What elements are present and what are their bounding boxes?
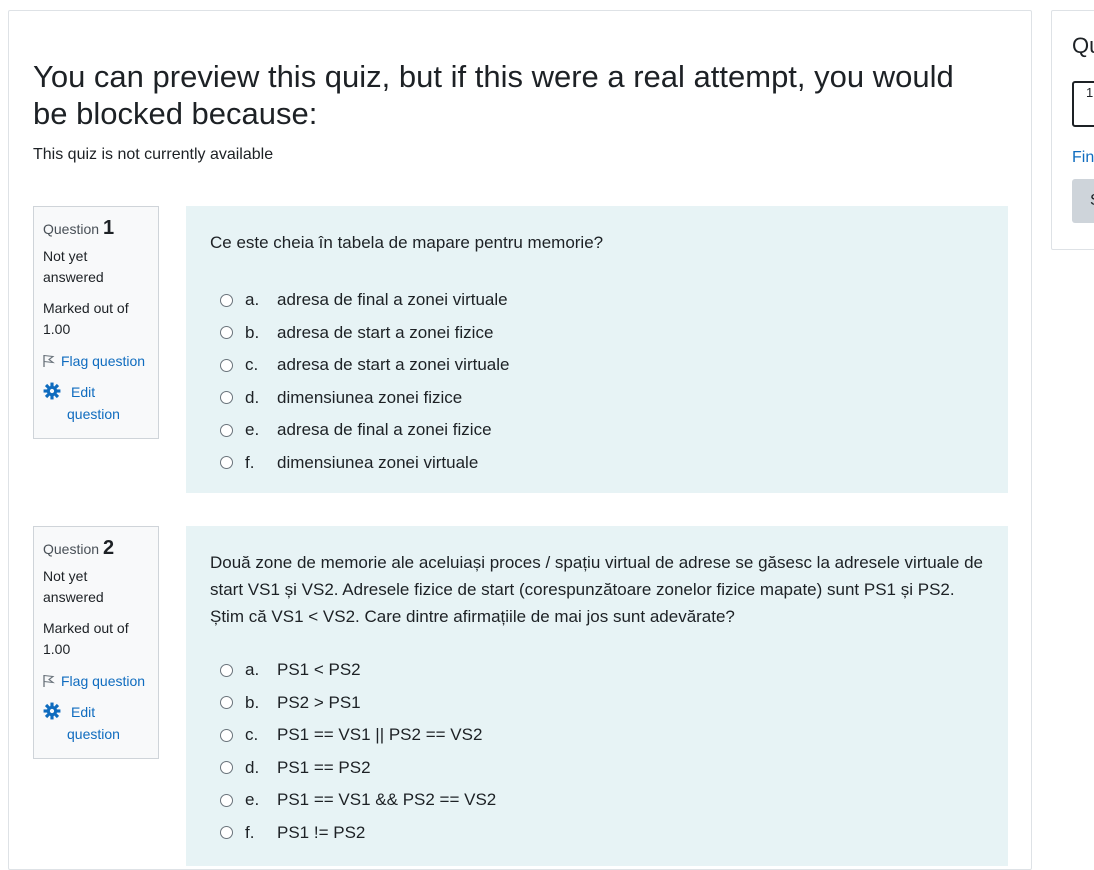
answer-text: PS1 == VS1 && PS2 == VS2	[277, 790, 497, 810]
answer-option[interactable]: a. adresa de final a zonei virtuale	[220, 284, 984, 317]
answer-list: a. PS1 < PS2 b. PS2 > PS1 c. PS1 == VS1 || …	[220, 654, 984, 849]
answer-option[interactable]: e. adresa de final a zonei fizice	[220, 414, 984, 447]
radio-button[interactable]	[220, 293, 233, 307]
answer-text: PS1 != PS2	[277, 822, 366, 842]
question-content-2: Două zone de memorie ale aceluiași proce…	[186, 526, 1008, 866]
flag-question-link[interactable]: Flag question	[43, 670, 149, 692]
question-content-1: Ce este cheia în tabela de mapare pentru…	[186, 206, 1008, 493]
question-info-1: Question 1 Not yet answered Marked out o…	[33, 206, 159, 439]
gear-icon	[43, 382, 61, 400]
question-number-label: Question 2	[43, 537, 115, 559]
answer-text: PS2 > PS1	[277, 692, 361, 712]
answer-text: PS1 == VS1 || PS2 == VS2	[277, 725, 483, 745]
flag-icon	[43, 674, 55, 687]
answer-text: adresa de final a zonei fizice	[277, 420, 492, 440]
edit-question-label: Edit question	[67, 384, 120, 422]
question-text: Ce este cheia în tabela de mapare pentru…	[210, 233, 604, 252]
question-number-label: Question 1	[43, 217, 115, 239]
answer-text: adresa de start a zonei fizice	[277, 322, 494, 342]
answer-option[interactable]: c. PS1 == VS1 || PS2 == VS2	[220, 719, 984, 752]
answer-list: a. adresa de final a zonei virtuale b. adr…	[220, 284, 984, 479]
question-number: 2	[102, 537, 115, 559]
flag-question-link[interactable]: Flag question	[43, 350, 149, 372]
radio-button[interactable]	[220, 456, 233, 470]
answer-option[interactable]: d. PS1 == PS2	[220, 752, 984, 785]
flag-question-label: Flag question	[61, 353, 146, 369]
radio-button[interactable]	[220, 696, 233, 710]
answer-text: dimensiunea zonei virtuale	[277, 452, 479, 472]
question-info-2: Question 2 Not yet answered Marked out o…	[33, 526, 159, 759]
answer-text: adresa de final a zonei virtuale	[277, 290, 508, 310]
radio-button[interactable]	[220, 728, 233, 742]
radio-button[interactable]	[220, 663, 233, 677]
question-grade: Marked out of 1.00	[43, 620, 129, 657]
flag-question-label: Flag question	[61, 673, 146, 689]
answer-option[interactable]: f. dimensiunea zonei virtuale	[220, 447, 984, 480]
answer-option[interactable]: f. PS1 != PS2	[220, 817, 984, 850]
answer-option[interactable]: c. adresa de start a zonei virtuale	[220, 349, 984, 382]
edit-question-label: Edit question	[67, 704, 120, 742]
answer-text: dimensiunea zonei fizice	[277, 387, 463, 407]
radio-button[interactable]	[220, 423, 233, 437]
radio-button[interactable]	[220, 761, 233, 775]
start-new-preview-button[interactable]: S	[1072, 179, 1094, 223]
question-number: 1	[102, 217, 115, 239]
question-state: Not yet answered	[43, 568, 104, 605]
radio-button[interactable]	[220, 826, 233, 840]
radio-button[interactable]	[220, 793, 233, 807]
blocked-heading: You can preview this quiz, but if this w…	[33, 59, 954, 131]
blocked-reason: This quiz is not currently available	[33, 146, 274, 163]
answer-option[interactable]: a. PS1 < PS2	[220, 654, 984, 687]
question-grade: Marked out of 1.00	[43, 300, 129, 337]
answer-text: PS1 == PS2	[277, 757, 371, 777]
edit-question-link[interactable]: Edit question	[43, 701, 149, 745]
radio-button[interactable]	[220, 326, 233, 340]
answer-text: PS1 < PS2	[277, 660, 361, 680]
question-text: Două zone de memorie ale aceluiași proce…	[210, 553, 983, 626]
edit-question-link[interactable]: Edit question	[43, 381, 149, 425]
quiz-navigation-block: Qu 1 Fin S	[1051, 10, 1094, 250]
flag-icon	[43, 354, 55, 367]
question-nav-button-1[interactable]: 1	[1072, 81, 1094, 127]
gear-icon	[43, 702, 61, 720]
radio-button[interactable]	[220, 391, 233, 405]
question-state: Not yet answered	[43, 248, 104, 285]
answer-text: adresa de start a zonei virtuale	[277, 355, 510, 375]
radio-button[interactable]	[220, 358, 233, 372]
answer-option[interactable]: b. adresa de start a zonei fizice	[220, 317, 984, 350]
quiz-navigation-title: Qu	[1072, 33, 1094, 58]
answer-option[interactable]: d. dimensiunea zonei fizice	[220, 382, 984, 415]
answer-option[interactable]: e. PS1 == VS1 && PS2 == VS2	[220, 784, 984, 817]
answer-option[interactable]: b. PS2 > PS1	[220, 687, 984, 720]
finish-attempt-link[interactable]: Fin	[1072, 149, 1094, 167]
